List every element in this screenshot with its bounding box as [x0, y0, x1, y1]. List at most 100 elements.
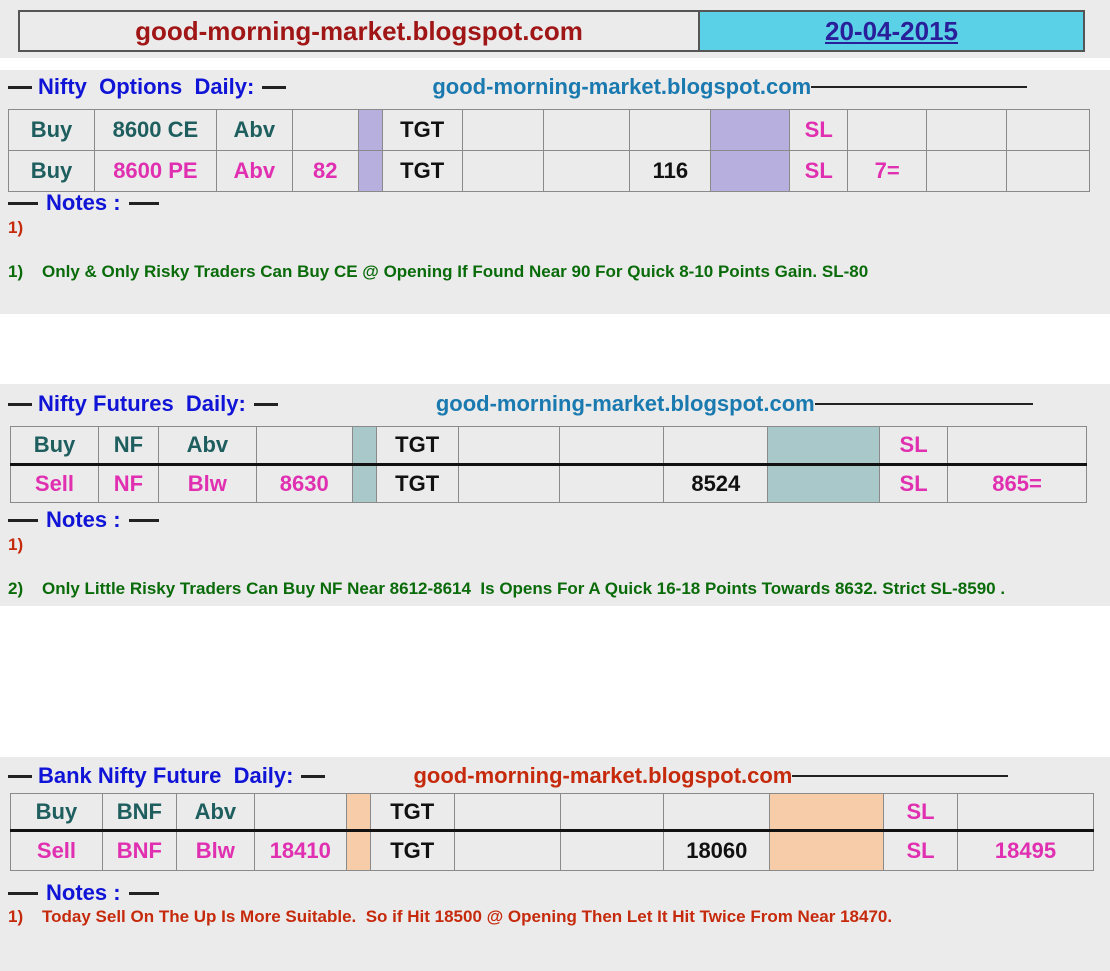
cell-empty — [1006, 150, 1090, 192]
cell-instrument: 8600 CE — [93, 109, 217, 151]
cell-entry — [255, 426, 353, 465]
cell-tgt-label: TGT — [381, 150, 463, 192]
section-title: Nifty Options Daily: — [38, 74, 255, 99]
cell-empty — [559, 830, 665, 871]
cell-stoploss: 865= — [947, 464, 1087, 503]
cell-empty — [559, 793, 665, 831]
cell-empty — [542, 109, 631, 151]
cell-sl-label: SL — [879, 426, 949, 465]
section-heading: Bank Nifty Future Daily: good-morning-ma… — [8, 763, 1009, 789]
cell-empty — [926, 109, 1008, 151]
cell-accent — [345, 830, 371, 871]
table-row: Buy 8600 PE Abv 82 TGT 116 SL 7= — [8, 150, 1090, 192]
cell-entry — [253, 793, 347, 831]
cell-action: Sell — [10, 464, 99, 503]
cell-tgt-label: TGT — [369, 830, 455, 871]
cell-target — [663, 426, 769, 465]
cell-condition: Abv — [215, 150, 293, 192]
note-line: 1) Today Sell On The Up Is More Suitable… — [8, 907, 893, 926]
cell-accent — [767, 426, 881, 465]
cell-target: 8524 — [663, 464, 769, 503]
cell-accent — [769, 830, 885, 871]
table-row: Buy 8600 CE Abv TGT SL — [8, 109, 1090, 151]
cell-entry — [291, 109, 359, 151]
cell-tgt-label: TGT — [375, 426, 459, 465]
cell-accent — [710, 109, 791, 151]
cell-condition: Abv — [215, 109, 293, 151]
signal-table: Buy NF Abv TGT SL Sell NF Blw 8630 TGT 8… — [10, 426, 1087, 503]
cell-tgt-label: TGT — [381, 109, 463, 151]
cell-tgt-label: TGT — [375, 464, 459, 503]
cell-target: 18060 — [663, 830, 771, 871]
section-blog: good-morning-market.blogspot.com — [435, 391, 815, 416]
cell-entry: 82 — [291, 150, 359, 192]
section-blog: good-morning-market.blogspot.com — [413, 763, 793, 788]
note-line: 1) Only & Only Risky Traders Can Buy CE … — [8, 262, 869, 281]
cell-empty — [559, 426, 665, 465]
cell-condition: Blw — [175, 830, 255, 871]
cell-accent — [357, 150, 383, 192]
section-title: Nifty Futures Daily: — [38, 391, 246, 416]
cell-instrument: BNF — [101, 830, 177, 871]
cell-accent — [351, 426, 377, 465]
table-row: Buy NF Abv TGT SL — [10, 426, 1087, 465]
note-line: 2) Only Little Risky Traders Can Buy NF … — [8, 579, 1006, 598]
cell-empty — [457, 464, 561, 503]
cell-stoploss: 18495 — [957, 830, 1094, 871]
cell-entry: 8630 — [255, 464, 353, 503]
cell-accent — [769, 793, 885, 831]
cell-instrument: NF — [97, 426, 159, 465]
notes-label: Notes : — [46, 190, 121, 215]
header-date: 20-04-2015 — [700, 12, 1083, 50]
cell-empty — [461, 150, 544, 192]
header-bar: good-morning-market.blogspot.com 20-04-2… — [18, 10, 1085, 52]
cell-sl-label: SL — [879, 464, 949, 503]
cell-instrument: NF — [97, 464, 159, 503]
cell-action: Buy — [8, 109, 95, 151]
table-row: Sell BNF Blw 18410 TGT 18060 SL 18495 — [10, 830, 1094, 871]
cell-stoploss — [957, 793, 1094, 831]
cell-target — [663, 793, 771, 831]
cell-accent — [351, 464, 377, 503]
cell-empty — [453, 793, 561, 831]
section-title: Bank Nifty Future Daily: — [38, 763, 294, 788]
table-row: Buy BNF Abv TGT SL — [10, 793, 1094, 831]
signal-table: Buy BNF Abv TGT SL Sell BNF Blw 18410 TG… — [10, 793, 1094, 871]
cell-instrument: BNF — [101, 793, 177, 831]
notes-label: Notes : — [46, 880, 121, 905]
cell-accent — [345, 793, 371, 831]
cell-stoploss: 7= — [847, 150, 928, 192]
cell-tgt-label: TGT — [369, 793, 455, 831]
cell-instrument: 8600 PE — [93, 150, 217, 192]
cell-action: Buy — [10, 793, 103, 831]
cell-action: Buy — [10, 426, 99, 465]
notes-heading: Notes : — [8, 507, 159, 533]
cell-empty — [457, 426, 561, 465]
signal-table: Buy 8600 CE Abv TGT SL Buy 8600 PE Abv 8… — [8, 109, 1090, 192]
cell-accent — [357, 109, 383, 151]
cell-action: Buy — [8, 150, 95, 192]
cell-accent — [767, 464, 881, 503]
section-blog: good-morning-market.blogspot.com — [432, 74, 812, 99]
note-line: 1) — [8, 535, 24, 554]
header-site: good-morning-market.blogspot.com — [20, 12, 700, 50]
notes-label: Notes : — [46, 507, 121, 532]
cell-condition: Blw — [157, 464, 257, 503]
section-heading: Nifty Options Daily: good-morning-market… — [8, 74, 1028, 100]
cell-sl-label: SL — [789, 150, 849, 192]
cell-accent — [710, 150, 791, 192]
cell-empty — [461, 109, 544, 151]
cell-stoploss — [847, 109, 928, 151]
cell-condition: Abv — [175, 793, 255, 831]
cell-empty — [542, 150, 631, 192]
cell-empty — [926, 150, 1008, 192]
cell-entry: 18410 — [253, 830, 347, 871]
cell-stoploss — [947, 426, 1087, 465]
cell-empty — [559, 464, 665, 503]
cell-action: Sell — [10, 830, 103, 871]
notes-heading: Notes : — [8, 190, 159, 216]
cell-sl-label: SL — [883, 793, 959, 831]
cell-sl-label: SL — [789, 109, 849, 151]
notes-heading: Notes : — [8, 880, 159, 906]
cell-empty — [453, 830, 561, 871]
